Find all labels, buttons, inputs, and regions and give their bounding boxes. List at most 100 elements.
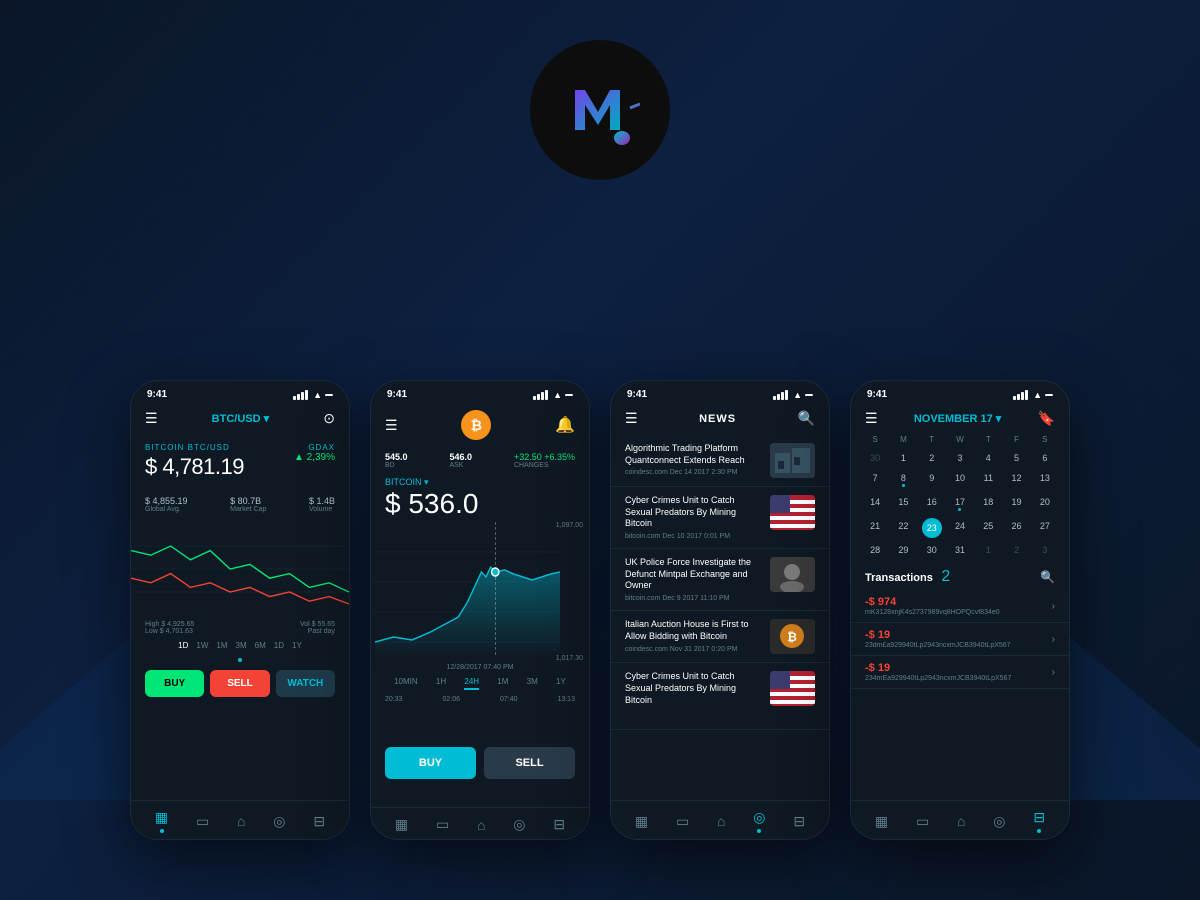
- phone3-search-icon[interactable]: 🔍: [798, 410, 815, 427]
- tb-6m[interactable]: 6M: [255, 641, 266, 650]
- phone1-stats: $ 4,855.19 Global Avg. $ 80.7B Market Ca…: [131, 490, 349, 519]
- nav3-chart-icon[interactable]: ▦: [635, 813, 648, 830]
- cal-day-9[interactable]: 9: [918, 470, 946, 490]
- news-item-5[interactable]: Cyber Crimes Unit to Catch Sexual Predat…: [611, 663, 829, 730]
- phone4-month-title[interactable]: NOVEMBER 17 ▾: [914, 412, 1001, 425]
- tf-1m[interactable]: 1M: [497, 677, 508, 690]
- cal-day-29[interactable]: 29: [889, 542, 917, 558]
- nav-home-icon[interactable]: ⌂: [237, 813, 245, 829]
- cal-day-20[interactable]: 20: [1031, 494, 1059, 514]
- trans-search-icon[interactable]: 🔍: [1040, 570, 1055, 584]
- nav4-calendar-section[interactable]: ⊟: [1033, 809, 1045, 833]
- cal-day-2[interactable]: 2: [918, 450, 946, 466]
- cal-day-13[interactable]: 13: [1031, 470, 1059, 490]
- sell-button[interactable]: SELL: [210, 670, 269, 697]
- cal-day-14[interactable]: 14: [861, 494, 889, 514]
- cal-day-28[interactable]: 28: [861, 542, 889, 558]
- news-item-3[interactable]: UK Police Force Investigate the Defunct …: [611, 549, 829, 611]
- nav4-chart-icon[interactable]: ▦: [875, 813, 888, 830]
- tb-1m[interactable]: 1M: [216, 641, 227, 650]
- cal-day-24[interactable]: 24: [946, 518, 974, 538]
- tf-10min[interactable]: 10MIN: [394, 677, 418, 690]
- nav3-monitor-icon[interactable]: ▭: [676, 813, 689, 830]
- hamburger-icon[interactable]: ☰: [145, 410, 158, 427]
- nav4-globe-icon[interactable]: ◎: [993, 813, 1005, 830]
- tb-1w[interactable]: 1W: [196, 641, 208, 650]
- nav3-globe-section[interactable]: ◎: [753, 809, 765, 833]
- cal-day-30b[interactable]: 30: [918, 542, 946, 558]
- nav2-chart-icon[interactable]: ▦: [395, 816, 408, 833]
- nav4-monitor-icon[interactable]: ▭: [916, 813, 929, 830]
- cal-day-16[interactable]: 16: [918, 494, 946, 514]
- nav2-calendar-icon[interactable]: ⊟: [553, 816, 565, 833]
- transaction-item-1[interactable]: -$ 974 mK3128xnjK4s2737989vq8HOPQcvf834e…: [851, 590, 1069, 623]
- phone2-hamburger-icon[interactable]: ☰: [385, 417, 398, 434]
- cal-day-17-wrapper[interactable]: 17: [946, 494, 974, 514]
- cal-day-4[interactable]: 4: [974, 450, 1002, 466]
- news-item-2[interactable]: Cyber Crimes Unit to Catch Sexual Predat…: [611, 487, 829, 549]
- phone1-pair-title[interactable]: BTC/USD ▾: [212, 412, 269, 425]
- cal-day-3[interactable]: 3: [946, 450, 974, 466]
- battery-icon: [1045, 394, 1053, 396]
- phone2-chart-svg: [375, 522, 560, 657]
- nav3-calendar-icon[interactable]: ⊟: [793, 813, 805, 830]
- cal-day-27[interactable]: 27: [1031, 518, 1059, 538]
- phone2-bell-icon[interactable]: 🔔: [555, 415, 575, 435]
- nav2-home-icon[interactable]: ⌂: [477, 817, 485, 833]
- cal-day-1b[interactable]: 1: [974, 542, 1002, 558]
- nav4-home-icon[interactable]: ⌂: [957, 813, 965, 829]
- cal-h-f: F: [1002, 435, 1030, 444]
- cal-day-6[interactable]: 6: [1031, 450, 1059, 466]
- cal-day-10[interactable]: 10: [946, 470, 974, 490]
- cal-day-30[interactable]: 30: [861, 450, 889, 466]
- tb-3m[interactable]: 3M: [236, 641, 247, 650]
- news-img-3: [770, 557, 815, 592]
- cal-day-7[interactable]: 7: [861, 470, 889, 490]
- nav2-monitor-icon[interactable]: ▭: [436, 816, 449, 833]
- watch-button[interactable]: WATCH: [276, 670, 335, 697]
- nav-chart-icon[interactable]: ▦: [155, 809, 168, 833]
- tf-1h[interactable]: 1H: [436, 677, 446, 690]
- news-item-1[interactable]: Algorithmic Trading Platform Quantconnec…: [611, 435, 829, 487]
- phone4-hamburger-icon[interactable]: ☰: [865, 410, 878, 427]
- cal-day-26[interactable]: 26: [1002, 518, 1030, 538]
- cal-day-12[interactable]: 12: [1002, 470, 1030, 490]
- cal-day-22[interactable]: 22: [889, 518, 917, 538]
- phone3-header: ☰ NEWS 🔍: [611, 404, 829, 435]
- nav-monitor-icon[interactable]: ▭: [196, 813, 209, 830]
- nav-calendar-icon[interactable]: ⊟: [313, 813, 325, 830]
- tf-24h[interactable]: 24H: [464, 677, 479, 690]
- cal-day-8-wrapper[interactable]: 8: [889, 470, 917, 490]
- transaction-item-2[interactable]: -$ 19 23dm£a929940tLp2943ncxmJCB3940tLpX…: [851, 623, 1069, 656]
- news-item-4[interactable]: Italian Auction House is First to Allow …: [611, 611, 829, 663]
- phone2-sell-button[interactable]: SELL: [484, 747, 575, 779]
- user-icon[interactable]: ⊙: [323, 410, 335, 427]
- cal-day-1[interactable]: 1: [889, 450, 917, 466]
- cal-day-21[interactable]: 21: [861, 518, 889, 538]
- phone2-buy-button[interactable]: BUY: [385, 747, 476, 779]
- phone1-chart-svg: [131, 523, 349, 615]
- cal-day-25[interactable]: 25: [974, 518, 1002, 538]
- buy-button[interactable]: BUY: [145, 670, 204, 697]
- cal-day-18[interactable]: 18: [974, 494, 1002, 514]
- cal-day-5[interactable]: 5: [1002, 450, 1030, 466]
- phone4-bookmark-icon[interactable]: 🔖: [1038, 410, 1055, 427]
- cal-day-31[interactable]: 31: [946, 542, 974, 558]
- cal-day-2b[interactable]: 2: [1002, 542, 1030, 558]
- news-img-svg-3: [770, 557, 815, 592]
- tf-3m[interactable]: 3M: [527, 677, 538, 690]
- tb-1d[interactable]: 1D: [178, 641, 188, 650]
- cal-day-3b[interactable]: 3: [1031, 542, 1059, 558]
- nav-globe-icon[interactable]: ◎: [273, 813, 285, 830]
- cal-day-19[interactable]: 19: [1002, 494, 1030, 514]
- tb-1d2[interactable]: 1D: [274, 641, 284, 650]
- cal-day-23-active[interactable]: 23: [922, 518, 942, 538]
- tf-1y[interactable]: 1Y: [556, 677, 566, 690]
- nav3-home-icon[interactable]: ⌂: [717, 813, 725, 829]
- cal-day-15[interactable]: 15: [889, 494, 917, 514]
- tb-1y[interactable]: 1Y: [292, 641, 302, 650]
- nav2-globe-icon[interactable]: ◎: [513, 816, 525, 833]
- cal-day-11[interactable]: 11: [974, 470, 1002, 490]
- phone3-hamburger-icon[interactable]: ☰: [625, 410, 638, 427]
- transaction-item-3[interactable]: -$ 19 234mEa929940tLp2943ncxmJCB3940tLpX…: [851, 656, 1069, 689]
